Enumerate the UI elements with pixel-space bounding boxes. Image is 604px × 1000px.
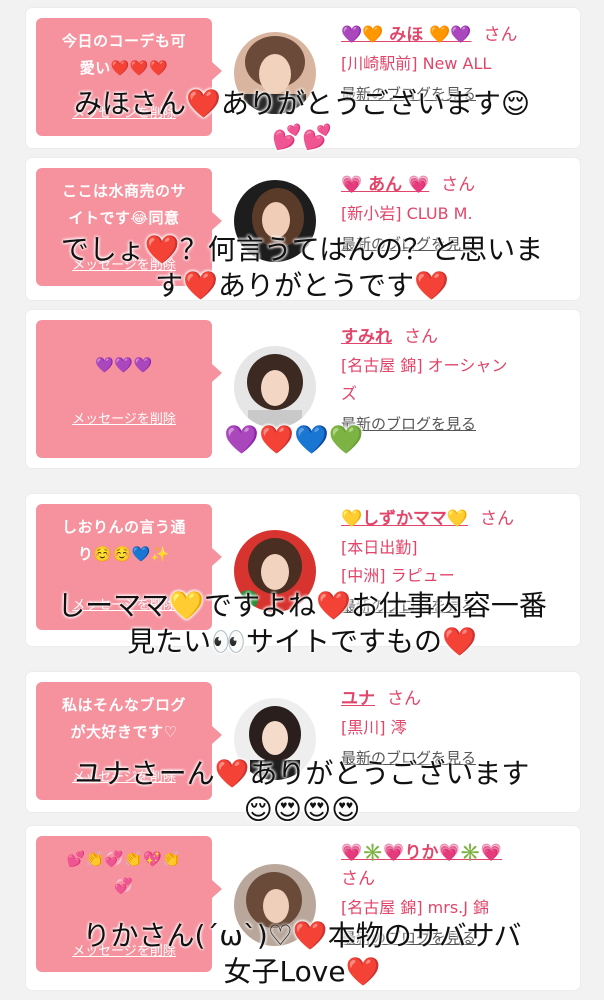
caption-line: しーママ💛ですよね❤️お仕事内容一番	[57, 589, 547, 622]
honorific: さん	[387, 689, 421, 709]
caption-line: 😌😍😍😍	[243, 793, 361, 826]
caption-overlay: みほさん❤️ありがとうございます😌 💕💕	[0, 86, 604, 152]
message-text: 💕👏💞👏💖👏 💞	[66, 850, 182, 895]
honorific: さん	[441, 175, 476, 195]
woman-portrait-icon	[234, 346, 316, 428]
message-text: 今日のコーデも可 愛い❤️❤️❤️	[61, 32, 186, 77]
profile-name-link[interactable]: 💗 あん 💗	[341, 175, 429, 195]
message-feed: 今日のコーデも可 愛い❤️❤️❤️ メッセージを削除 💜🧡 みほ 🧡💜 さん [川…	[0, 0, 604, 1000]
shop-line: [中洲] ラピュー	[341, 566, 455, 585]
caption-line: 💕💕	[272, 123, 332, 151]
shop-line: [黒川] 澪	[341, 718, 407, 737]
profile-name-link[interactable]: すみれ	[341, 327, 392, 347]
caption-overlay: しーママ💛ですよね❤️お仕事内容一番 見たい👀サイトですもの❤️	[0, 588, 604, 660]
caption-overlay: りかさん(´ω`)♡❤️本物のサバサバ 女子Love❤️	[0, 918, 604, 990]
profile-info: すみれ さん [名古屋 錦] オーシャン ズ 最新のブログを見る	[341, 324, 570, 436]
caption-line: 見たい👀サイトですもの❤️	[127, 625, 477, 658]
honorific: さん	[483, 25, 518, 45]
message-text: 💜💜💜	[95, 356, 153, 374]
profile-name-link[interactable]: 💛しずかママ💛	[341, 509, 468, 529]
caption-line: 女子Love❤️	[223, 955, 381, 988]
caption-overlay: 💜❤️💙💚	[0, 422, 596, 458]
avatar[interactable]	[234, 346, 316, 428]
profile-name-link[interactable]: ユナ	[341, 689, 375, 709]
caption-line: みほさん❤️ありがとうございます😌	[73, 87, 531, 120]
caption-line: 💜❤️💙💚	[224, 423, 364, 456]
message-text: 私はそんなブログ が大好きです♡	[61, 696, 186, 741]
caption-line: ユナさーん❤️ありがとうございます	[74, 757, 530, 790]
honorific: さん	[480, 509, 514, 529]
caption-line: でしょ❤️？何言うてはんの？と思いま	[60, 233, 544, 266]
message-text: ここは水商売のサ イトです😂同意	[61, 182, 186, 227]
profile-name-link[interactable]: 💗✳️💗りか💗✳️💗	[341, 843, 502, 863]
shop-line: [新小岩] CLUB M.	[341, 204, 473, 223]
honorific: さん	[341, 869, 375, 889]
caption-overlay: でしょ❤️？何言うてはんの？と思いま す❤️ありがとうです❤️	[0, 232, 604, 304]
profile-name-link[interactable]: 💜🧡 みほ 🧡💜	[341, 25, 472, 45]
shop-line: ズ	[341, 384, 358, 403]
message-text: しおりんの言う通 り☺️☺️💙✨	[61, 518, 186, 563]
caption-line: りかさん(´ω`)♡❤️本物のサバサバ	[82, 919, 522, 952]
shop-line: [本日出勤]	[341, 538, 418, 557]
shop-line: [名古屋 錦] オーシャン	[341, 356, 508, 375]
caption-overlay: ユナさーん❤️ありがとうございます 😌😍😍😍	[0, 756, 604, 828]
caption-line: す❤️ありがとうです❤️	[155, 269, 449, 302]
honorific: さん	[404, 327, 438, 347]
shop-line: [川崎駅前] New ALL	[341, 54, 492, 73]
